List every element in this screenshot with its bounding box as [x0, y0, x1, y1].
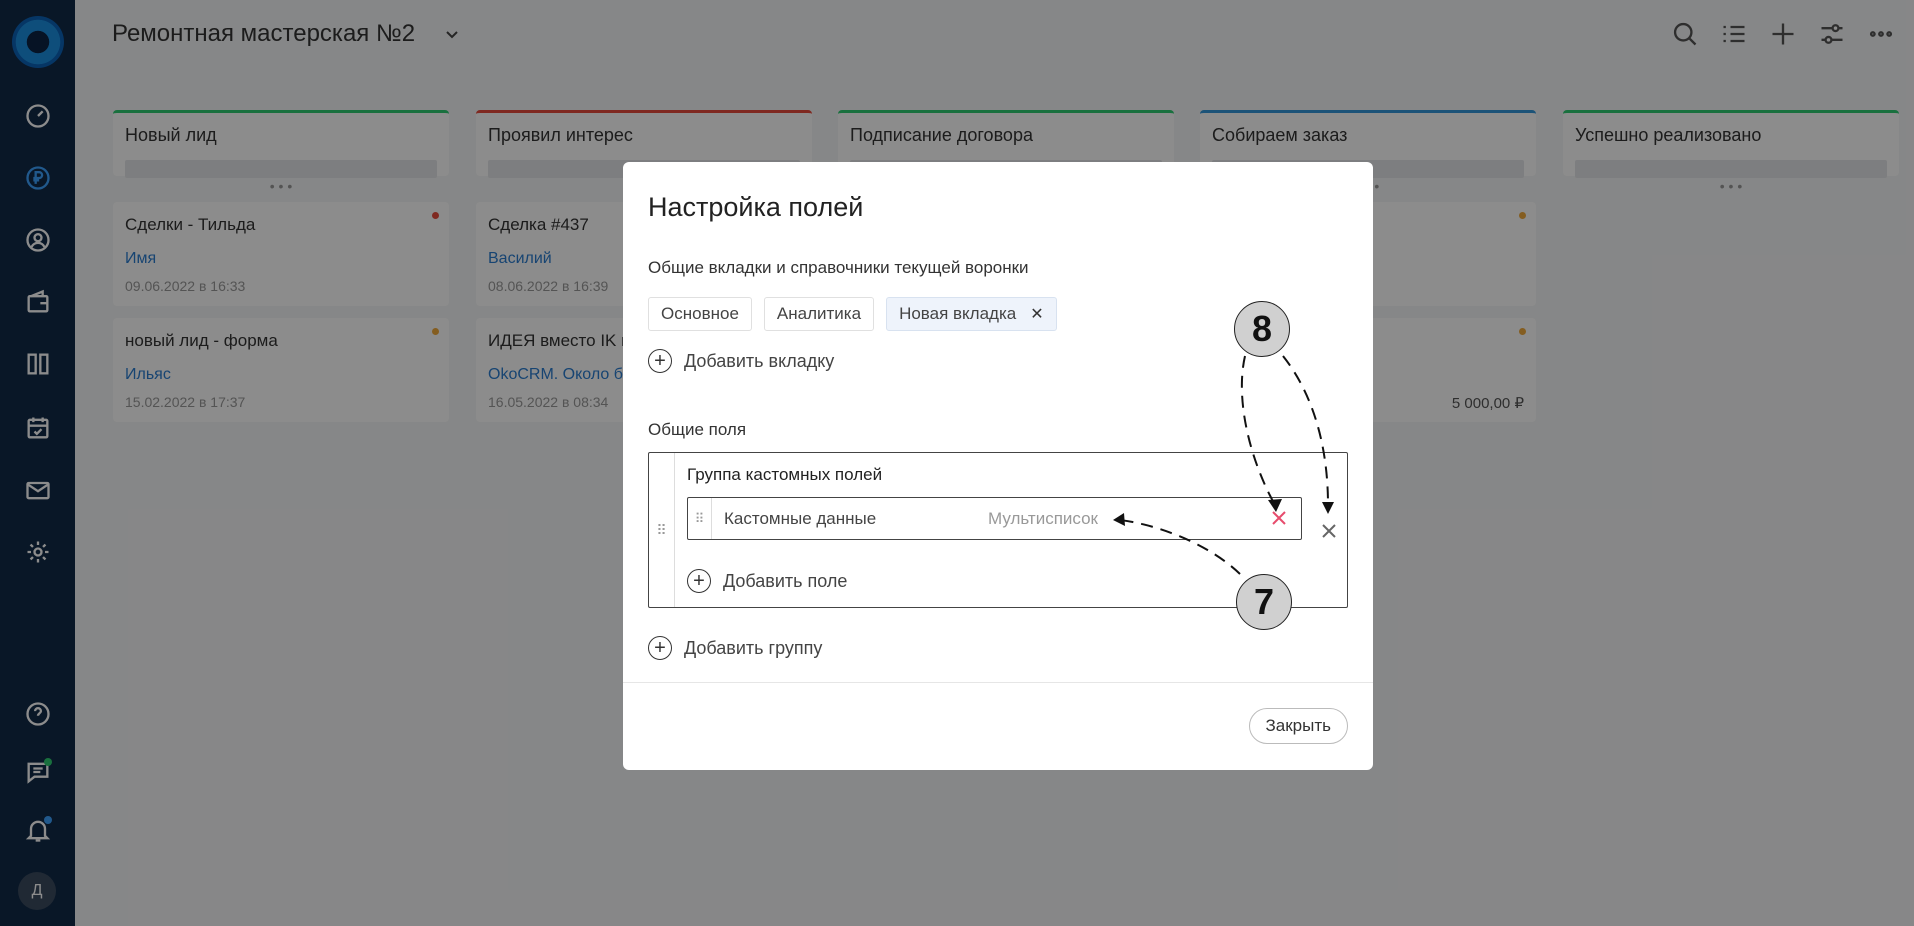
plus-circle-icon: + [648, 636, 672, 660]
tab-label: Основное [661, 304, 739, 323]
tabs-list: Основное Аналитика Новая вкладка ✕ [648, 297, 1057, 331]
add-tab-label: Добавить вкладку [684, 350, 835, 371]
group-title[interactable]: Группа кастомных полей [687, 465, 882, 485]
add-field-button[interactable]: + Добавить поле [687, 569, 847, 593]
modal-footer-divider [623, 682, 1373, 683]
drag-handle-icon[interactable]: ⠿ [688, 498, 712, 539]
close-icon[interactable]: ✕ [1030, 304, 1043, 324]
delete-group-icon[interactable] [1319, 521, 1339, 541]
annotation-badge-8: 8 [1234, 301, 1290, 357]
fields-section-title: Общие поля [648, 420, 747, 439]
annotation-badge-7: 7 [1236, 574, 1292, 630]
close-button[interactable]: Закрыть [1248, 708, 1348, 744]
add-group-label: Добавить группу [684, 637, 823, 658]
add-group-button[interactable]: + Добавить группу [648, 636, 822, 660]
modal-title: Настройка полей [648, 192, 864, 222]
delete-field-icon[interactable] [1269, 508, 1289, 528]
custom-field-row[interactable]: ⠿ Кастомные данные Мультисписок [687, 497, 1302, 540]
drag-handle-icon[interactable]: ⠿ [649, 453, 675, 607]
tab-label: Аналитика [776, 304, 862, 323]
plus-circle-icon: + [648, 349, 672, 373]
add-field-label: Добавить поле [723, 570, 848, 591]
plus-circle-icon: + [687, 569, 711, 593]
tab-new[interactable]: Новая вкладка ✕ [886, 297, 1057, 331]
tabs-section-title: Общие вкладки и справочники текущей воро… [648, 258, 1029, 277]
add-tab-button[interactable]: + Добавить вкладку [648, 349, 834, 373]
tab-analytics[interactable]: Аналитика [763, 297, 875, 331]
tab-main[interactable]: Основное [648, 297, 752, 331]
field-settings-modal: Настройка полей Общие вкладки и справочн… [623, 162, 1373, 770]
field-type: Мультисписок [988, 509, 1098, 528]
tab-label: Новая вкладка [899, 304, 1017, 323]
field-name: Кастомные данные [724, 509, 877, 528]
